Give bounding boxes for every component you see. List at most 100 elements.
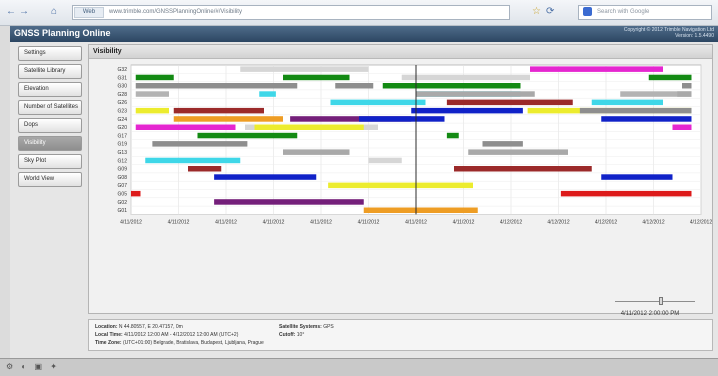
visibility-bar [601,116,692,122]
sidebar-item-settings[interactable]: Settings [18,46,82,61]
search-engine-icon[interactable] [583,7,592,16]
visibility-bar [363,207,478,213]
visibility-bar [482,141,523,147]
visibility-bar [359,116,445,122]
satellite-label: G09 [118,167,128,173]
x-tick-label: 4/11/2012 [358,219,380,225]
time-zone-value: (UTC+01:00) Belgrade, Bratislava, Budape… [122,340,264,346]
visibility-bar [173,107,264,114]
visibility-bar [283,74,350,81]
satellite-label: G08 [118,175,128,181]
satellite-label: G05 [118,191,128,197]
info-panel: Location: N 44.80557, E 20.47157, 0m Loc… [88,319,713,351]
visibility-bar [335,83,374,89]
refresh-icon[interactable]: ⟳ [546,6,554,17]
satellite-label: G12 [118,158,128,164]
x-tick-label: 4/12/2012 [690,219,712,225]
x-tick-label: 4/12/2012 [500,219,522,225]
forward-button[interactable]: → [18,6,30,18]
x-tick-label: 4/11/2012 [405,219,427,225]
satellite-systems-row: Satellite Systems: GPS [279,324,334,330]
visibility-bar [240,66,369,72]
visibility-bar [601,174,673,180]
satellite-label: G20 [118,125,128,131]
browser-toolbar: ← → ⌂ www.trimble.com/GNSSPlanningOnline… [0,0,718,26]
time-slider-track[interactable] [615,301,695,302]
visibility-bar [197,132,298,139]
visibility-bar [682,83,692,89]
visibility-bar [152,141,248,147]
sidebar-item-world-view[interactable]: World View [18,172,82,187]
local-time-label: Local Time: [95,332,123,338]
site-identity-badge[interactable]: Web [74,7,104,18]
satellite-label: G13 [118,150,128,156]
visibility-chart[interactable]: 4/11/2012 4/11/2012 4/11/2012 4/11/2012 4/11… [89,59,712,299]
satellite-label: G24 [118,117,128,123]
visibility-bar [530,66,663,72]
visibility-bar [330,99,426,106]
app-window: GNSS Planning Online Copyright © 2012 Tr… [10,26,718,358]
visibility-bar [159,83,298,89]
sidebar-item-dops[interactable]: Dops [18,118,82,133]
location-label: Location: [95,324,118,330]
address-bar[interactable]: www.trimble.com/GNSSPlanningOnline/#/Vis… [72,5,510,20]
visibility-bar [560,190,692,197]
time-slider-thumb[interactable] [659,297,664,305]
cutoff-label: Cutoff: [279,332,296,338]
panel-title-bar: Visibility [89,45,712,59]
visibility-bar [328,182,473,189]
visibility-bar [135,124,236,130]
app-header: GNSS Planning Online Copyright © 2012 Tr… [10,26,718,42]
visibility-bar [454,166,592,172]
x-tick-label: 4/11/2012 [310,219,332,225]
time-zone-row: Time Zone: (UTC+01:00) Belgrade, Bratisl… [95,340,264,346]
visibility-bar [135,107,169,114]
sidebar-item-visibility[interactable]: Visibility [18,136,82,151]
time-zone-label: Time Zone: [95,340,122,346]
cutoff-value: 10° [296,332,305,338]
x-tick-label: 4/11/2012 [453,219,475,225]
x-tick-label: 4/12/2012 [642,219,664,225]
location-row: Location: N 44.80557, E 20.47157, 0m [95,324,183,330]
visibility-bar [446,132,459,139]
status-icons: ⚙ ◐ ▣ ✦ [6,362,60,371]
x-tick-label: 4/11/2012 [215,219,237,225]
back-button[interactable]: ← [5,6,17,18]
sidebar-item-elevation[interactable]: Elevation [18,82,82,97]
visibility-bar [416,91,535,97]
x-tick-label: 4/11/2012 [168,219,190,225]
satellite-label: G31 [118,75,128,81]
sidebar-item-sky-plot[interactable]: Sky Plot [18,154,82,169]
sidebar-item-number-of-satellites[interactable]: Number of Satellites [18,100,82,115]
visibility-bar [382,83,521,89]
satellite-label: G19 [118,142,128,148]
copyright-text: Copyright © 2012 Trimble Navigation Ltd … [624,27,714,39]
visibility-bar [446,99,573,106]
visibility-bar [214,199,364,205]
sidebar: Settings Satellite Library Elevation Num… [18,46,82,274]
visibility-bar [173,116,283,122]
search-input[interactable]: Search with Google [578,5,712,20]
satellite-systems-label: Satellite Systems: [279,324,322,330]
local-time-value: 4/11/2012 12:00 AM - 4/12/2012 12:00 AM … [124,332,239,338]
visibility-bar [411,107,523,114]
satellite-label: G28 [118,92,128,98]
visibility-bar [145,157,241,164]
visibility-bar [131,190,141,197]
satellite-label: G26 [118,100,128,106]
satellite-label: G07 [118,183,128,189]
satellite-label: G23 [118,108,128,114]
x-tick-label: 4/12/2012 [547,219,569,225]
satellite-label: G30 [118,84,128,90]
visibility-bar [468,149,568,155]
satellite-label: G17 [118,133,128,139]
satellite-label: G02 [118,200,128,206]
x-tick-label: 4/11/2012 [263,219,285,225]
bookmark-star-icon[interactable]: ☆ [532,6,541,17]
home-icon[interactable]: ⌂ [48,6,60,18]
sidebar-item-satellite-library[interactable]: Satellite Library [18,64,82,79]
time-readout: 4/11/2012 2:00:00 PM [620,311,680,317]
app-title: GNSS Planning Online [14,28,111,38]
x-tick-label: 4/11/2012 [120,219,142,225]
version-line: Version: 1.5.4490 [675,33,714,39]
